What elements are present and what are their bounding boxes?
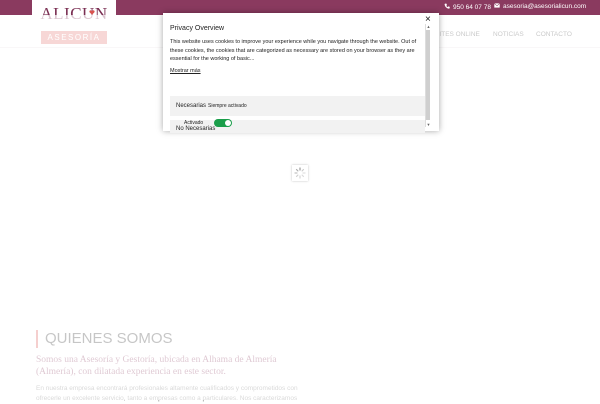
scroll-up-icon[interactable]: ▲: [426, 24, 431, 29]
not-necessary-title: No Necesarias: [176, 126, 216, 132]
section-heading: QUIENES SOMOS: [36, 330, 173, 348]
envelope-icon: [494, 3, 503, 10]
logo-name: ALICUN: [40, 4, 108, 23]
loading-spinner-icon: [292, 165, 308, 181]
necessary-status: Siempre activado: [208, 103, 247, 109]
modal-description: This website uses cookies to improve you…: [170, 39, 417, 62]
show-more-link[interactable]: Mostrar más: [170, 68, 201, 74]
nav-item-tramites-online[interactable]: MITES ONLINE: [434, 31, 480, 38]
nav-item-contacto[interactable]: CONTACTO: [536, 31, 572, 38]
phone-icon: [444, 3, 453, 11]
scroll-down-icon[interactable]: ▼: [426, 122, 431, 127]
not-necessary-status: Activado: [184, 120, 204, 126]
cookie-category-not-necessary[interactable]: No Necesarias: [170, 120, 425, 133]
modal-title: Privacy Overview: [170, 25, 225, 32]
privacy-overview-modal: Privacy Overview This website uses cooki…: [163, 13, 439, 133]
phone-number: 950 64 07 78: [453, 3, 491, 11]
necessary-label: Necesarias Siempre activado: [176, 103, 247, 109]
not-necessary-toggle[interactable]: [214, 119, 232, 127]
heart-icon: [89, 2, 95, 20]
necessary-title: Necesarias: [176, 103, 207, 109]
email-address: asesoria@asesorialicun.com: [503, 3, 587, 10]
logo-tagline: ASESORÍA: [41, 31, 107, 44]
modal-scrollbar[interactable]: ▲ ▼: [425, 24, 431, 127]
section-lead: Somos una Asesoría y Gestoría, ubicada e…: [36, 355, 277, 377]
email-contact[interactable]: asesoria@asesorialicun.com: [494, 3, 586, 10]
nav-item-noticias[interactable]: NOTICIAS: [493, 31, 524, 38]
site-logo[interactable]: ALICUN ASESORÍA: [32, 0, 116, 50]
scrollbar-thumb[interactable]: [426, 30, 430, 120]
toggle-knob: [225, 120, 231, 126]
section-paragraph: En nuestra empresa encontrará profesiona…: [36, 385, 298, 402]
phone-contact[interactable]: 950 64 07 78: [444, 3, 491, 11]
cookie-category-necessary[interactable]: Necesarias Siempre activado: [170, 96, 425, 116]
